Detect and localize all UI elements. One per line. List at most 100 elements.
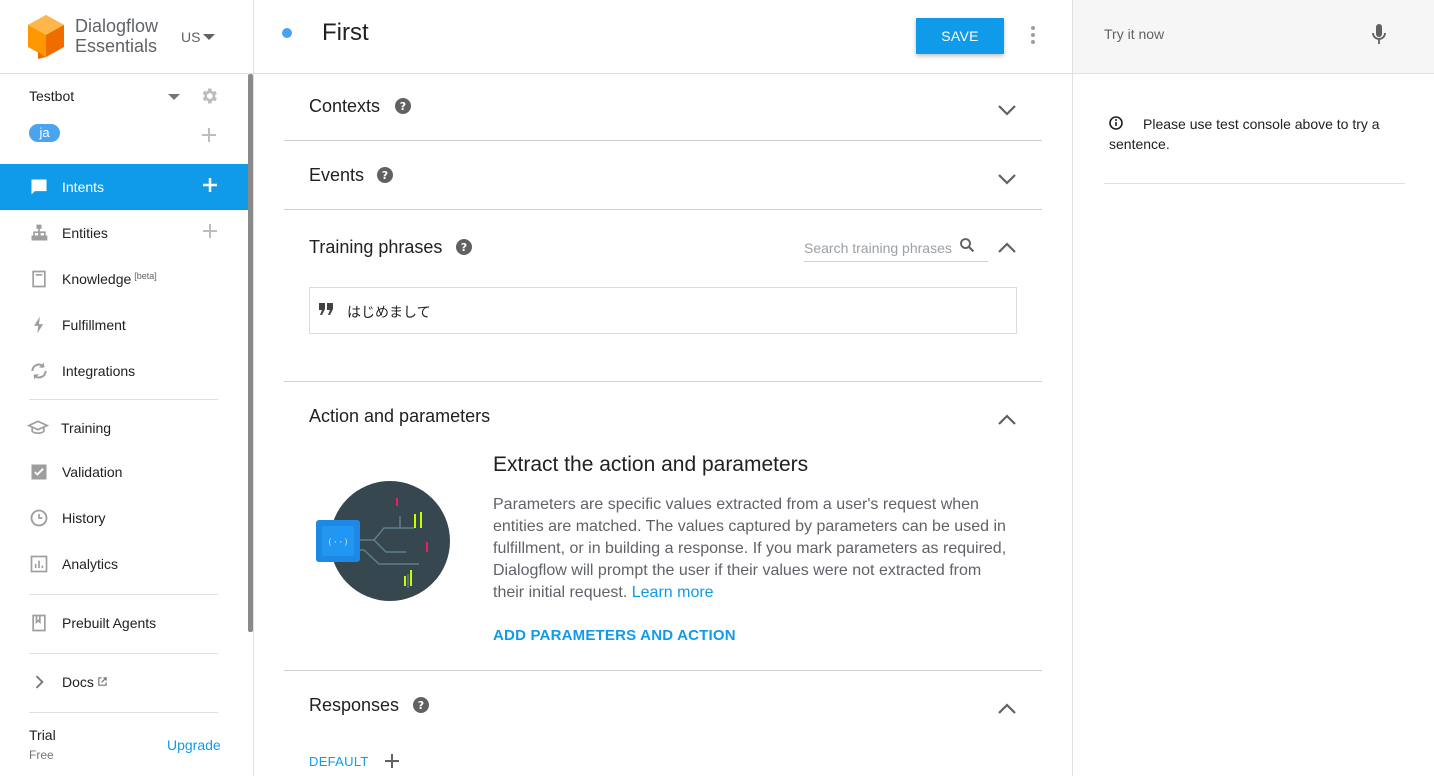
region-selector[interactable]: US [181,29,216,45]
caret-down-icon [203,34,216,40]
checkbox-icon [31,464,47,480]
sidebar-item-intents[interactable]: Intents [0,164,248,210]
book-icon [32,270,46,288]
help-icon[interactable]: ? [395,98,411,114]
svg-text:(··): (··) [327,538,349,548]
hierarchy-icon [31,224,48,241]
bookmark-book-icon [32,614,46,632]
svg-text:?: ? [400,100,406,113]
upgrade-link[interactable]: Upgrade [167,737,221,753]
sidebar-item-label: Knowledge [beta] [62,271,157,287]
help-icon[interactable]: ? [413,697,429,713]
sidebar-item-label: Entities [62,225,108,241]
try-it-bar: Try it now [1073,0,1434,74]
add-parameters-button[interactable]: ADD PARAMETERS AND ACTION [493,627,736,644]
search-icon[interactable] [958,236,976,254]
training-phrases-title: Training phrases [309,237,443,257]
chevron-right-icon [35,675,44,689]
action-description: Parameters are specific values extracted… [493,494,1013,604]
intent-name[interactable]: First [322,19,369,47]
add-language-icon[interactable] [202,128,216,142]
intent-header: First SAVE [254,0,1072,74]
chat-icon [31,179,47,195]
test-console: Try it now Please use test console above… [1072,0,1434,776]
add-language-tab-icon[interactable] [385,754,399,768]
sidebar-item-fulfillment[interactable]: Fulfillment [0,302,248,348]
priority-dot[interactable] [282,28,292,38]
action-heading: Extract the action and parameters [493,453,809,476]
chevron-down-icon[interactable] [997,104,1017,116]
logo-area: Dialogflow Essentials US [0,0,254,74]
sidebar-item-prebuilt-agents[interactable]: Prebuilt Agents [0,600,248,646]
training-phrase-row[interactable]: はじめまして [309,287,1017,334]
gear-icon[interactable] [199,86,219,106]
chevron-up-icon[interactable] [997,703,1017,715]
training-phrase-input[interactable]: はじめまして [347,302,431,322]
chevron-up-icon[interactable] [997,242,1017,254]
plan-name: Trial [29,727,56,743]
sidebar-item-label: Analytics [62,556,119,572]
events-section[interactable]: Events ? [284,141,1042,210]
learn-more-link[interactable]: Learn more [632,584,714,601]
sidebar-item-label: Intents [62,179,105,195]
help-icon[interactable]: ? [377,167,393,183]
training-phrases-section: Training phrases ? Search training phras… [284,210,1042,382]
brand-line2: Essentials [75,36,158,56]
brand-name: Dialogflow Essentials [75,16,158,56]
console-divider [1104,183,1405,184]
parameters-illustration: (··) [316,481,450,601]
agent-name[interactable]: Testbot [29,88,74,104]
responses-title: Responses [309,695,400,715]
console-hint: Please use test console above to try a s… [1109,116,1380,152]
bolt-icon [34,316,44,334]
sidebar-item-validation[interactable]: Validation [0,449,248,495]
sidebar-item-training[interactable]: Training [0,405,248,451]
contexts-title: Contexts [309,96,381,116]
sidebar-item-history[interactable]: History [0,495,248,541]
clock-icon [30,509,48,527]
more-vert-icon[interactable] [1030,25,1036,45]
agent-dropdown-icon[interactable] [168,94,180,100]
dialogflow-logo[interactable] [26,13,66,61]
help-icon[interactable]: ? [456,239,472,255]
graduation-cap-icon [26,420,50,435]
microphone-icon[interactable] [1372,24,1386,46]
external-link-icon [98,677,107,686]
sidebar-item-docs[interactable]: Docs [0,659,248,705]
region-label: US [181,29,201,45]
sidebar-item-entities[interactable]: Entities [0,210,248,256]
sidebar-item-label: Docs [62,674,94,690]
contexts-section[interactable]: Contexts ? [284,74,1042,141]
nav-divider [29,712,218,713]
sidebar-item-label: Training [61,420,112,436]
sidebar-item-label: Prebuilt Agents [62,615,157,631]
tab-default[interactable]: DEFAULT [309,754,369,769]
svg-text:?: ? [461,241,467,254]
knowledge-label: Knowledge [62,271,132,287]
intent-editor: First SAVE Contexts ? Events ? Training … [254,0,1072,776]
sidebar-item-knowledge[interactable]: Knowledge [beta] [0,256,248,302]
sidebar-item-label: Fulfillment [62,317,126,333]
docs-label: Docs [62,674,94,690]
add-entity-icon[interactable] [200,221,220,241]
training-search[interactable]: Search training phrases [804,232,988,262]
sidebar: Dialogflow Essentials US Testbot ja Inte… [0,0,254,776]
action-title: Action and parameters [309,406,491,426]
svg-text:?: ? [418,699,424,712]
plan-tier: Free [29,748,54,762]
sidebar-scrollbar[interactable] [248,74,253,632]
beta-badge: [beta] [134,271,157,281]
chevron-up-icon[interactable] [997,414,1017,426]
language-chip[interactable]: ja [29,124,60,142]
sidebar-item-integrations[interactable]: Integrations [0,348,248,394]
quote-icon [319,303,333,315]
nav-divider [29,594,218,595]
save-button[interactable]: SAVE [916,18,1004,54]
try-it-input[interactable]: Try it now [1104,26,1164,42]
action-body-text: Parameters are specific values extracted… [493,496,1007,601]
sidebar-item-label: History [62,510,106,526]
chevron-down-icon[interactable] [997,173,1017,185]
add-intent-icon[interactable] [200,175,220,195]
search-input[interactable]: Search training phrases [804,240,952,256]
sidebar-item-analytics[interactable]: Analytics [0,541,248,587]
